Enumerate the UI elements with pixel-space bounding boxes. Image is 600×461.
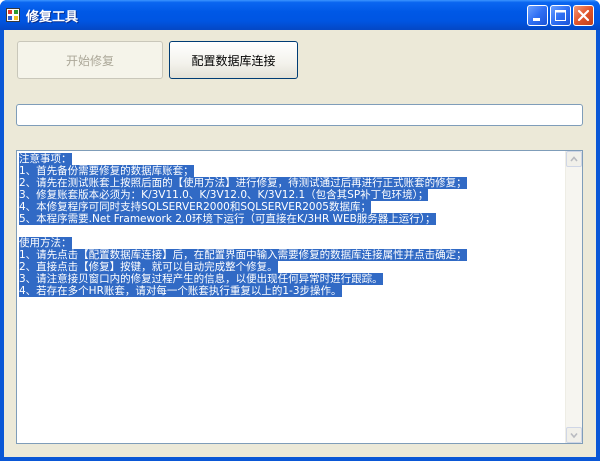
chevron-down-icon	[570, 432, 578, 439]
app-icon	[6, 8, 20, 22]
log-line-text: 1、请先点击【配置数据库连接】后，在配置界面中输入需要修复的数据库连接属性并点击…	[19, 249, 467, 261]
log-line-text: 注意事项：	[19, 153, 72, 165]
log-line-text: 5、本程序需要.Net Framework 2.0环境下运行（可直接在K/3HR…	[19, 213, 436, 225]
log-line-text: 3、请注意接贝窗口内的修复过程产生的信息，以便出现任何异常时进行跟踪。	[19, 273, 383, 285]
window-title: 修复工具	[26, 10, 79, 25]
log-line: 使用方法：	[19, 237, 564, 249]
client-area: 开始修复 配置数据库连接 注意事项： 1、首先备份需要修复的数据库账套； 2、请先在…	[4, 30, 596, 457]
log-line-text: 使用方法：	[19, 237, 72, 249]
log-textarea[interactable]: 注意事项： 1、首先备份需要修复的数据库账套； 2、请先在测试账套上按照后面的【使用…	[16, 150, 583, 444]
log-line-text: 4、若存在多个HR账套，请对每一个账套执行重复以上的1-3步操作。	[19, 285, 342, 297]
start-repair-button[interactable]: 开始修复	[17, 41, 163, 79]
log-line-text: 2、直接点击【修复】按键，就可以自动完成整个修复。	[19, 261, 278, 273]
log-line: 1、请先点击【配置数据库连接】后，在配置界面中输入需要修复的数据库连接属性并点击…	[19, 249, 564, 261]
log-text[interactable]: 注意事项： 1、首先备份需要修复的数据库账套； 2、请先在测试账套上按照后面的【使用…	[19, 153, 564, 297]
log-line-text: 4、本修复程序可同时支持SQLSERVER2000和SQLSERVER2005数…	[19, 201, 371, 213]
maximize-icon	[555, 10, 566, 21]
scroll-up-button[interactable]	[566, 151, 582, 167]
minimize-icon	[533, 18, 540, 21]
log-line: 注意事项：	[19, 153, 564, 165]
app-window: 修复工具 开始修复 配置数据库连接 注意事项： 1、首先备份需要修复的数据库账套；…	[0, 0, 600, 461]
minimize-button[interactable]	[527, 5, 548, 26]
log-line: 5、本程序需要.Net Framework 2.0环境下运行（可直接在K/3HR…	[19, 213, 564, 225]
scroll-down-button[interactable]	[566, 427, 582, 443]
log-line: 2、直接点击【修复】按键，就可以自动完成整个修复。	[19, 261, 564, 273]
log-line: 1、首先备份需要修复的数据库账套；	[19, 165, 564, 177]
log-line: 4、若存在多个HR账套，请对每一个账套执行重复以上的1-3步操作。	[19, 285, 564, 297]
log-line: 3、请注意接贝窗口内的修复过程产生的信息，以便出现任何异常时进行跟踪。	[19, 273, 564, 285]
log-line-text: 3、修复账套版本必须为：K/3V11.0、K/3V12.0、K/3V12.1（包…	[19, 189, 429, 201]
progress-bar	[16, 104, 583, 126]
chevron-up-icon	[570, 156, 578, 162]
log-line-text: 1、首先备份需要修复的数据库账套；	[19, 165, 194, 177]
close-icon	[577, 9, 590, 22]
log-line: 4、本修复程序可同时支持SQLSERVER2000和SQLSERVER2005数…	[19, 201, 564, 213]
configure-db-connection-button[interactable]: 配置数据库连接	[169, 41, 298, 79]
maximize-button[interactable]	[550, 5, 571, 26]
log-line: 2、请先在测试账套上按照后面的【使用方法】进行修复，待测试通过后再进行正式账套的…	[19, 177, 564, 189]
vertical-scrollbar[interactable]	[565, 151, 582, 443]
title-bar[interactable]: 修复工具	[0, 0, 600, 30]
close-button[interactable]	[573, 5, 594, 26]
log-line: 3、修复账套版本必须为：K/3V11.0、K/3V12.0、K/3V12.1（包…	[19, 189, 564, 201]
log-line-text: 2、请先在测试账套上按照后面的【使用方法】进行修复，待测试通过后再进行正式账套的…	[19, 177, 467, 189]
